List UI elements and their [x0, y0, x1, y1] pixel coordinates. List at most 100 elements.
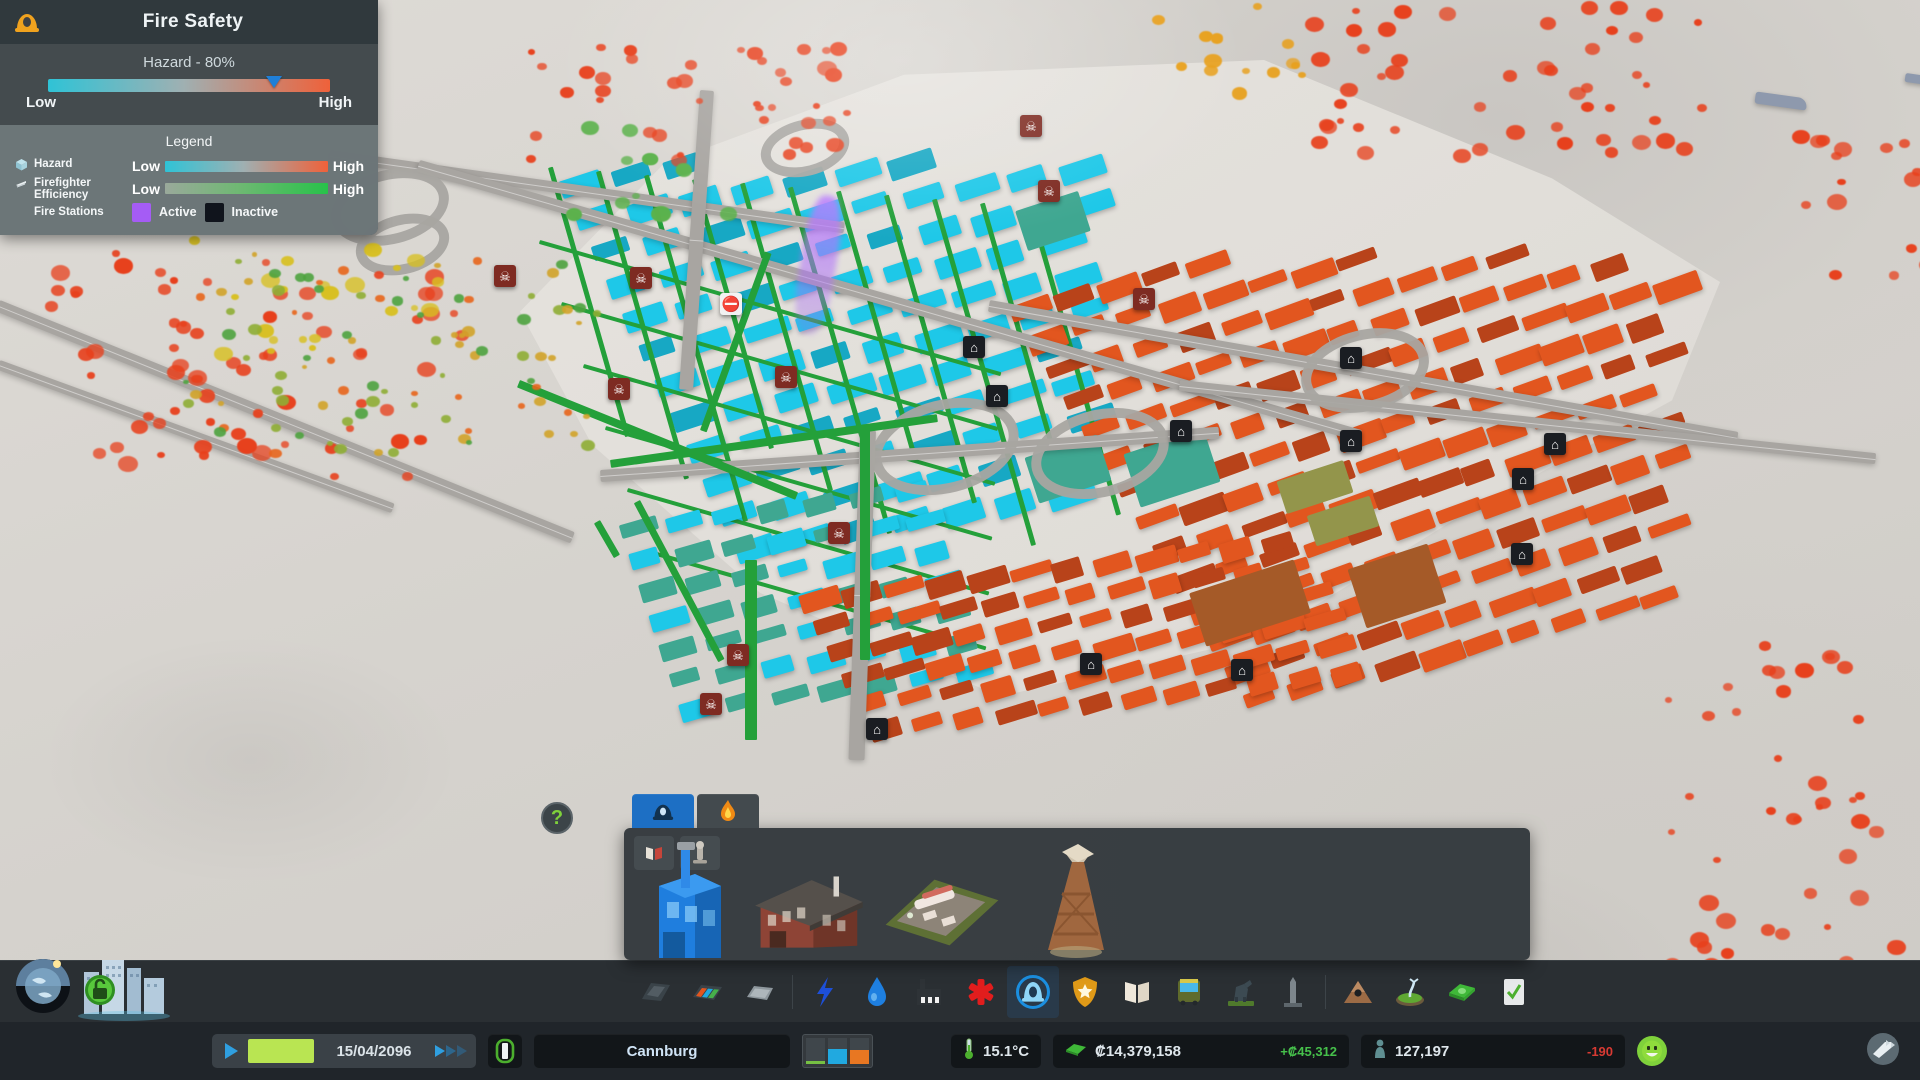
build-item-helicopter-depot[interactable]: [880, 834, 1004, 960]
zoning-icon: [693, 984, 722, 1000]
tree-cluster: [414, 435, 427, 445]
lightning-icon: [817, 976, 833, 1007]
inactive-station-label: Inactive: [231, 205, 279, 220]
hazard-warning-icon[interactable]: ☠: [1133, 288, 1155, 310]
toolbar-group-services[interactable]: [799, 965, 1319, 1018]
hazard-warning-icon[interactable]: ☠: [727, 644, 749, 666]
build-item-fire-house[interactable]: [746, 834, 870, 960]
tool-parks-plazas-tool[interactable]: [1215, 966, 1267, 1018]
ship: [1754, 91, 1808, 111]
tree-cluster: [451, 332, 459, 338]
fire-department-build-panel[interactable]: [624, 828, 1530, 960]
tree-cluster: [111, 250, 121, 258]
hazard-warning-icon[interactable]: ☠: [1020, 115, 1042, 137]
fire-safety-info-panel[interactable]: Fire Safety Hazard - 80% Low High Legend: [0, 0, 378, 235]
building-marker-icon[interactable]: ⌂: [1340, 430, 1362, 452]
hazard-warning-icon[interactable]: ☠: [630, 267, 652, 289]
building-marker-icon[interactable]: ⌂: [1080, 653, 1102, 675]
simulation-speed-control[interactable]: 15/04/2096: [212, 1034, 476, 1068]
status-bar[interactable]: 15/04/2096 Cannburg 15.1°C ₡14,379,158 +…: [0, 1022, 1920, 1080]
building-marker-icon[interactable]: ⌂: [986, 385, 1008, 407]
no-entry-icon[interactable]: ⛔: [720, 293, 742, 315]
build-item-fire-station[interactable]: [626, 834, 750, 960]
toolbar-group-world[interactable]: [1332, 966, 1540, 1018]
hazard-warning-icon[interactable]: ☠: [828, 522, 850, 544]
tab-fire-safety[interactable]: [632, 794, 694, 828]
build-item-watch-tower[interactable]: [1014, 834, 1138, 960]
tool-zoning-tool[interactable]: [682, 966, 734, 1018]
tab-fire-hazard[interactable]: [697, 794, 759, 828]
milestone-progress-icon[interactable]: [488, 1034, 522, 1068]
tool-police-tool[interactable]: [1059, 966, 1111, 1018]
map-geometry-element: [1506, 619, 1540, 644]
tree-cluster: [434, 262, 442, 269]
building-marker-icon[interactable]: ⌂: [1511, 543, 1533, 565]
tree-cluster: [262, 311, 278, 323]
money-display[interactable]: ₡14,379,158 +₡45,312: [1053, 1034, 1350, 1068]
city-info-widget[interactable]: [8, 950, 198, 1022]
tree-cluster: [317, 401, 329, 410]
legend-firefighter-low: Low: [132, 180, 160, 197]
tool-districts-tool[interactable]: [734, 966, 786, 1018]
hazard-high-label: High: [318, 94, 352, 111]
tree-cluster: [1536, 60, 1555, 75]
tool-checklist-tool[interactable]: [1488, 966, 1540, 1018]
tool-water-sewage-tool[interactable]: [851, 966, 903, 1018]
chirper-icon[interactable]: [1864, 1032, 1902, 1071]
building-marker-icon[interactable]: ⌂: [1231, 659, 1253, 681]
building-marker-icon[interactable]: ⌂: [1544, 433, 1566, 455]
map-geometry-element: [684, 569, 722, 596]
hazard-warning-icon[interactable]: ☠: [700, 693, 722, 715]
tree-cluster: [1833, 142, 1852, 157]
tool-electricity-tool[interactable]: [799, 966, 851, 1018]
play-icon[interactable]: [220, 1040, 242, 1062]
hazard-warning-icon[interactable]: ☠: [1038, 180, 1060, 202]
tool-roads-tool[interactable]: [630, 966, 682, 1018]
tree-cluster: [234, 258, 242, 265]
hazard-gradient-track[interactable]: [48, 76, 330, 92]
tool-economy-tool[interactable]: [1436, 966, 1488, 1018]
tree-cluster: [1648, 115, 1661, 126]
hazard-slider-section[interactable]: Hazard - 80% Low High: [0, 44, 378, 125]
city-name-display[interactable]: Cannburg: [534, 1034, 790, 1068]
tool-landscaping-tool[interactable]: [1332, 966, 1384, 1018]
tree-cluster: [1340, 82, 1358, 98]
help-button[interactable]: ?: [541, 802, 573, 834]
tree-cluster: [1393, 4, 1413, 20]
toolbar-group-roads[interactable]: [630, 966, 786, 1018]
hazard-warning-icon[interactable]: ☠: [608, 378, 630, 400]
tool-education-tool[interactable]: [1111, 966, 1163, 1018]
tree-cluster: [222, 329, 237, 341]
happy-face-icon[interactable]: [1637, 1036, 1668, 1066]
tree-cluster: [695, 98, 703, 105]
tree-cluster: [1807, 775, 1827, 792]
tree-cluster: [393, 265, 401, 271]
hazard-warning-icon[interactable]: ☠: [494, 265, 516, 287]
hazard-slider-marker[interactable]: [265, 76, 282, 88]
legend-title: Legend: [165, 133, 213, 149]
tree-cluster: [532, 383, 541, 391]
building-marker-icon[interactable]: ⌂: [963, 336, 985, 358]
tree-cluster: [168, 318, 181, 328]
tool-unique-buildings-tool[interactable]: [1267, 966, 1319, 1018]
building-marker-icon[interactable]: ⌂: [1512, 468, 1534, 490]
map-geometry-element: [1373, 650, 1421, 684]
tool-terrain-tool[interactable]: [1384, 966, 1436, 1018]
tool-healthcare-tool[interactable]: [955, 966, 1007, 1018]
tool-public-transport-tool[interactable]: [1163, 966, 1215, 1018]
fire-department-tabs[interactable]: [632, 794, 759, 828]
building-marker-icon[interactable]: ⌂: [1170, 420, 1192, 442]
tree-cluster: [526, 154, 537, 163]
tool-fire-department-tool[interactable]: [1007, 965, 1059, 1018]
building-marker-icon[interactable]: ⌂: [1340, 347, 1362, 369]
toolbar-divider-2: [1325, 974, 1326, 1009]
rci-demand-meter[interactable]: [802, 1034, 873, 1068]
fast-forward-icon[interactable]: [434, 1043, 468, 1059]
main-toolbar[interactable]: [0, 960, 1920, 1022]
tree-cluster: [1631, 134, 1651, 150]
population-display[interactable]: 127,197 -190: [1361, 1034, 1626, 1068]
tool-garbage-tool[interactable]: [903, 966, 955, 1018]
tree-cluster: [592, 310, 602, 317]
hazard-warning-icon[interactable]: ☠: [775, 366, 797, 388]
building-marker-icon[interactable]: ⌂: [866, 718, 888, 740]
